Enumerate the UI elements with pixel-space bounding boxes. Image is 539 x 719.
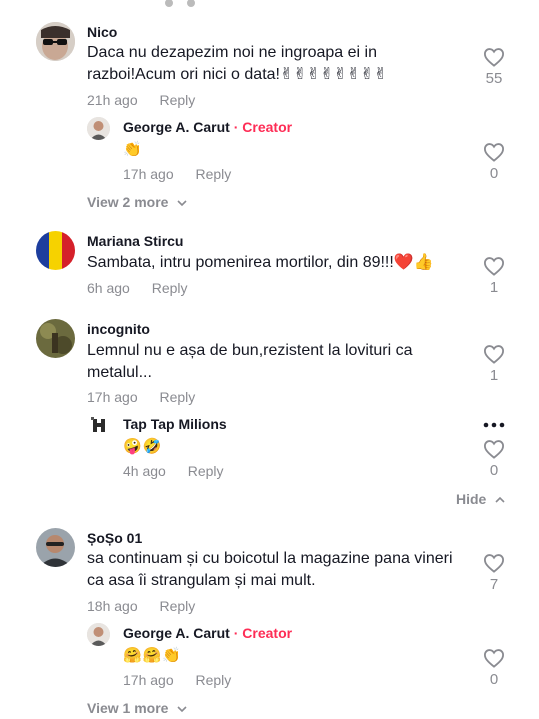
partial-top-row [165,0,225,7]
reply-username[interactable]: Tap Tap Milions [123,416,227,432]
comment-username[interactable]: incognito [87,321,150,337]
like-heart-icon[interactable] [483,648,505,668]
view-more-replies-button[interactable]: View 1 more [87,700,188,716]
like-count: 0 [489,462,499,479]
avatar-image-icon [36,528,75,567]
comment-text: Sambata, intru pomenirea mortilor, din 8… [87,254,434,271]
flag-avatar-icon [36,231,75,270]
avatar[interactable] [87,117,110,140]
comment-time: 17h ago [87,389,138,405]
comment-time: 21h ago [87,92,138,108]
view-more-label[interactable]: View 1 more [87,700,168,716]
reply-button[interactable]: Reply [160,92,196,108]
reply-text: 🤗🤗👏 [123,646,183,664]
more-options-icon[interactable] [482,421,506,429]
hide-replies-button[interactable]: Hide [456,491,506,507]
like-heart-icon[interactable] [483,256,505,276]
like-heart-icon[interactable] [483,553,505,573]
reply-time: 4h ago [123,463,166,479]
reply-text: 👏 [123,140,143,158]
avatar[interactable] [36,528,75,567]
creator-badge: · Creator [233,625,293,641]
hide-label[interactable]: Hide [456,491,486,507]
reply-username[interactable]: George A. Carut · Creator [123,625,292,641]
avatar-image-icon [87,623,110,646]
comment-time: 6h ago [87,280,130,296]
reply-meta: 17h ago Reply [123,672,231,688]
comment-meta: 21h ago Reply [87,92,195,108]
reply-time: 17h ago [123,166,174,182]
reply-username-text[interactable]: George A. Carut [123,625,230,641]
comment-text: Daca nu dezapezim noi ne ingroapa ei in … [87,44,388,83]
reply-button[interactable]: Reply [196,672,232,688]
comment-username[interactable]: Mariana Stircu [87,233,183,249]
like-count: 1 [489,279,499,296]
reply-button[interactable]: Reply [196,166,232,182]
chevron-down-icon [177,200,187,207]
comment-text: Lemnul nu e așa de bun,rezistent la lovi… [87,342,413,381]
reply-meta: 17h ago Reply [123,166,231,182]
comment-username[interactable]: ȘoȘo 01 [87,530,142,546]
avatar-image-icon [36,22,75,61]
reply-text: 🤪🤣 [123,437,163,455]
reply-meta: 4h ago Reply [123,463,224,479]
comment-meta: 17h ago Reply [87,389,195,405]
view-more-label[interactable]: View 2 more [87,194,168,210]
reply-button[interactable]: Reply [152,280,188,296]
reply-button[interactable]: Reply [188,463,224,479]
avatar[interactable] [87,623,110,646]
avatar-image-icon [36,319,75,358]
like-count: 0 [489,165,499,182]
reply-time: 17h ago [123,672,174,688]
avatar[interactable] [36,231,75,270]
avatar-logo-icon [87,414,110,437]
reply-username-text[interactable]: George A. Carut [123,119,230,135]
avatar[interactable] [87,414,110,437]
reply-button[interactable]: Reply [160,389,196,405]
like-count: 55 [485,70,503,87]
comment-meta: 18h ago Reply [87,598,195,614]
comment-username[interactable]: Nico [87,24,117,40]
like-heart-icon[interactable] [483,47,505,67]
comment-text: sa continuam și cu boicotul la magazine … [87,550,453,589]
view-more-replies-button[interactable]: View 2 more [87,194,188,210]
chevron-up-icon [495,496,505,503]
comment-meta: 6h ago Reply [87,280,188,296]
avatar[interactable] [36,22,75,61]
reply-username[interactable]: George A. Carut · Creator [123,119,292,135]
like-heart-icon[interactable] [483,142,505,162]
like-heart-icon[interactable] [483,344,505,364]
reply-button[interactable]: Reply [160,598,196,614]
like-count: 7 [489,576,499,593]
creator-badge: · Creator [233,119,293,135]
like-heart-icon[interactable] [483,439,505,459]
like-count: 0 [489,671,499,688]
chevron-down-icon [177,706,187,713]
like-count: 1 [489,367,499,384]
avatar[interactable] [36,319,75,358]
avatar-image-icon [87,117,110,140]
comment-time: 18h ago [87,598,138,614]
